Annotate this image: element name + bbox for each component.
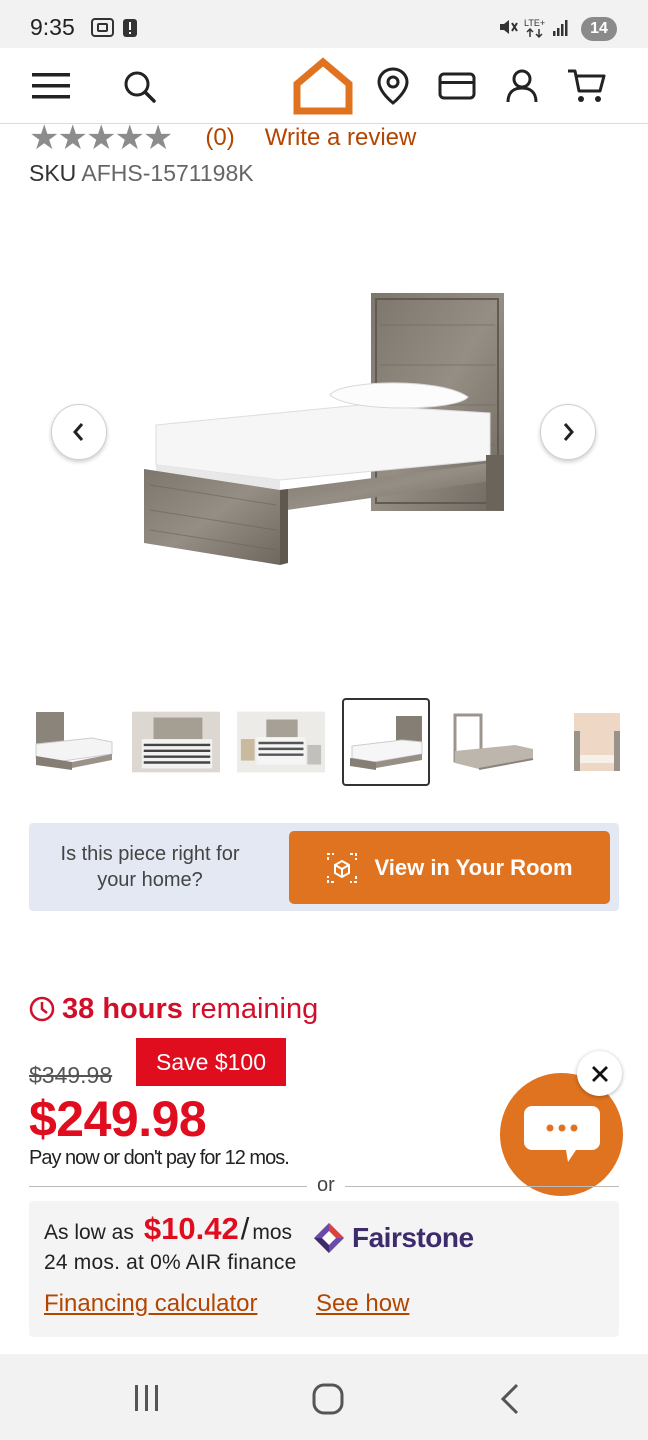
fairstone-wordmark: Fairstone [352, 1222, 474, 1253]
chat-icon [523, 1105, 600, 1162]
clock-icon [29, 996, 55, 1022]
rating-row: ★★★★★ (0) Write a review [29, 118, 417, 158]
ar-banner: Is this piece right for your home? View … [29, 823, 619, 911]
view-in-room-label: View in Your Room [374, 854, 573, 880]
location-pin-icon [377, 67, 409, 105]
or-text: or [317, 1174, 335, 1196]
next-image-button[interactable] [540, 404, 596, 460]
chevron-left-icon [73, 423, 84, 441]
cart-icon [568, 69, 606, 102]
as-low-as: As low as [44, 1221, 134, 1244]
deal-timer: 38 hours remaining [29, 990, 318, 1028]
monthly-amount: $10.42 [143, 1211, 239, 1246]
menu-icon [32, 73, 70, 99]
menu-button[interactable] [28, 48, 74, 124]
back-icon[interactable] [497, 1383, 523, 1415]
battery-indicator: 14 [581, 17, 617, 41]
chat-close-button[interactable] [577, 1051, 622, 1096]
timer-remaining: remaining [190, 992, 319, 1025]
android-nav-bar [0, 1354, 648, 1440]
sku: SKU AFHS-1571198K [29, 160, 254, 187]
ar-question: Is this piece right for your home? [60, 843, 240, 891]
chevron-right-icon [563, 423, 574, 441]
fairstone-diamond-icon [314, 1223, 344, 1253]
store-locator-button[interactable] [374, 48, 412, 124]
home-logo-icon [293, 57, 353, 115]
gallery-thumbnail[interactable] [132, 698, 220, 786]
account-button[interactable] [503, 48, 541, 124]
lte-signal-icon: LTE+ [524, 18, 545, 39]
top-nav [0, 48, 648, 124]
alert-icon [123, 19, 137, 37]
pay-note: Pay now or don't pay for 12 mos. [29, 1147, 290, 1169]
cart-button[interactable] [565, 48, 609, 124]
gallery-thumbnail[interactable] [237, 698, 325, 786]
divider-line [345, 1186, 619, 1187]
financing-terms: 24 mos. at 0% AIR finance [44, 1251, 297, 1274]
sku-value: AFHS-1571198K [81, 160, 254, 186]
account-icon [506, 69, 538, 103]
close-icon [591, 1065, 608, 1082]
divider-line [29, 1186, 307, 1187]
svg-text:LTE+: LTE+ [524, 18, 545, 28]
sku-label: SKU [29, 160, 77, 186]
credit-card-button[interactable] [437, 48, 477, 124]
bed-image [144, 293, 504, 565]
or-divider: or [29, 1174, 619, 1198]
save-badge: Save $100 [136, 1038, 286, 1086]
per-months: mos [252, 1221, 293, 1244]
financing-calculator-link[interactable]: Financing calculator [44, 1290, 257, 1318]
status-bar: 9:35 LTE+ 14 [0, 0, 648, 48]
per-slash: / [240, 1211, 250, 1246]
original-price: $349.98 [29, 1062, 113, 1088]
view-in-room-button[interactable]: View in Your Room [289, 831, 610, 904]
thumbnail-image [350, 716, 423, 770]
product-image[interactable] [140, 285, 510, 575]
status-time: 9:35 [30, 14, 75, 40]
fairstone-logo: Fairstone [312, 1221, 474, 1255]
thumbnail-image [132, 711, 220, 773]
mute-icon [500, 20, 518, 34]
thumbnail-image [574, 713, 620, 771]
financing-card: As low as $10.42 / mos 24 mos. at 0% AIR… [29, 1201, 619, 1337]
ar-cube-icon [327, 852, 358, 883]
see-how-link[interactable]: See how [316, 1290, 409, 1318]
thumbnail-image [237, 711, 325, 773]
gallery-thumbnail[interactable] [556, 698, 622, 786]
thumbnail-image [35, 712, 113, 770]
search-icon [124, 71, 156, 103]
thumbnail-image [453, 713, 534, 770]
gallery-thumbnail[interactable] [30, 698, 118, 786]
timer-hours: 38 hours [62, 992, 183, 1025]
home-icon[interactable] [312, 1383, 344, 1415]
review-count[interactable]: (0) [205, 124, 234, 152]
signal-bars-icon [553, 20, 568, 36]
write-review-link[interactable]: Write a review [265, 124, 417, 152]
gallery-thumbnail-selected[interactable] [342, 698, 430, 786]
rating-stars: ★★★★★ [29, 118, 173, 158]
screenshot-icon [91, 18, 114, 37]
prev-image-button[interactable] [51, 404, 107, 460]
financing-offer: As low as $10.42 / mos [44, 1211, 292, 1247]
sale-price: $249.98 [29, 1091, 207, 1147]
home-logo-link[interactable] [290, 48, 356, 124]
recent-apps-icon[interactable] [132, 1384, 162, 1412]
search-button[interactable] [118, 48, 162, 124]
credit-card-icon [438, 72, 476, 100]
gallery-thumbnail[interactable] [449, 698, 537, 786]
